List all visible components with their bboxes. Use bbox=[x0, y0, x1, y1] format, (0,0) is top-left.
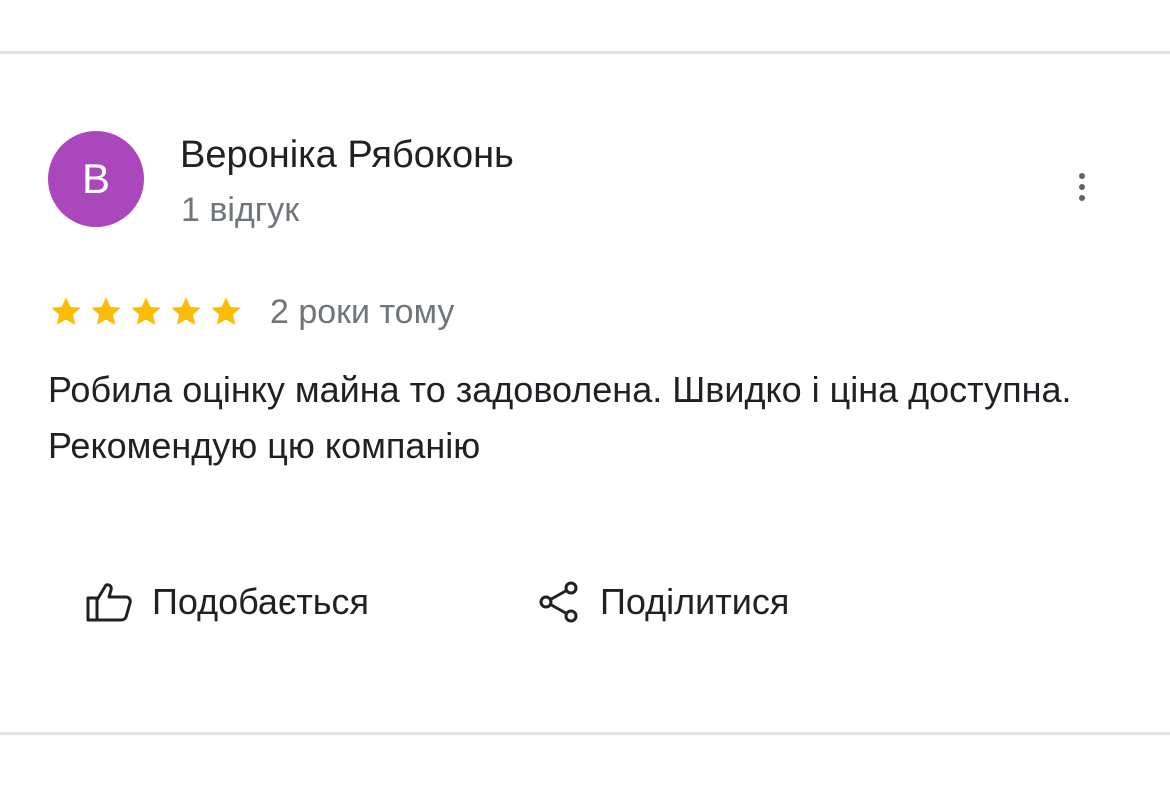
star-icon bbox=[51, 297, 81, 325]
review-time: 2 роки тому bbox=[270, 292, 455, 331]
rating-row: 2 роки тому bbox=[48, 290, 454, 334]
avatar-initial: В bbox=[81, 155, 110, 202]
share-label: Поділитися bbox=[600, 581, 790, 622]
share-button[interactable]: Поділитися bbox=[538, 572, 789, 632]
star-icon bbox=[91, 297, 121, 325]
more-options-button[interactable] bbox=[1062, 162, 1102, 212]
like-button[interactable]: Подобається bbox=[86, 572, 369, 632]
star-rating bbox=[48, 294, 244, 330]
thumb-up-icon bbox=[86, 581, 132, 623]
bottom-divider bbox=[0, 732, 1170, 735]
star-icon bbox=[211, 297, 241, 325]
author-name[interactable]: Вероніка Рябоконь bbox=[180, 134, 514, 177]
author-review-count[interactable]: 1 відгук bbox=[181, 191, 299, 230]
share-icon bbox=[538, 580, 580, 624]
star-icon bbox=[131, 297, 161, 325]
star-icon bbox=[171, 297, 201, 325]
more-vert-icon bbox=[1079, 173, 1085, 201]
avatar[interactable]: В bbox=[48, 131, 144, 227]
top-divider bbox=[0, 51, 1170, 54]
like-label: Подобається bbox=[152, 581, 370, 622]
review-text: Робила оцінку майна то задоволена. Швидк… bbox=[48, 369, 1072, 466]
review-card: В Вероніка Рябоконь 1 відгук 2 роки тому… bbox=[0, 0, 1170, 810]
